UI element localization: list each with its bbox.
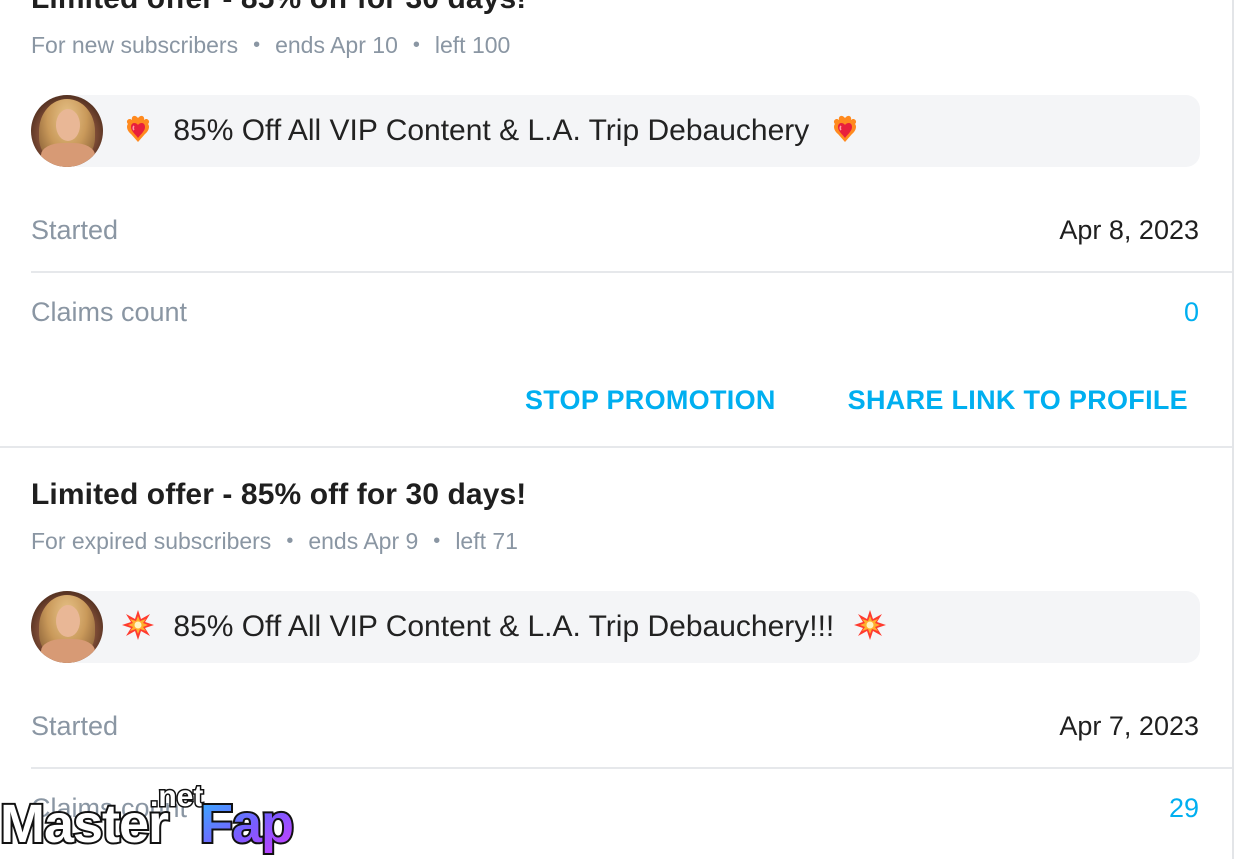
claims-row: Claims count 0	[31, 272, 1199, 352]
promotion-title: Limited offer - 85% off for 30 days!	[31, 0, 526, 16]
collision-icon	[853, 610, 886, 641]
watermark-main: Master	[0, 794, 169, 854]
promotion-message-row: 85% Off All VIP Content & L.A. Trip Deba…	[31, 95, 1200, 167]
share-link-button[interactable]: SHARE LINK TO PROFILE	[848, 378, 1188, 422]
avatar[interactable]	[31, 591, 103, 663]
content-right-border	[1232, 0, 1234, 859]
promotion-actions: STOP PROMOTION SHARE LINK TO PROFILE	[525, 378, 1188, 422]
claims-count-link[interactable]: 0	[1184, 272, 1199, 352]
promotion-audience: For expired subscribers	[31, 528, 272, 554]
started-label: Started	[31, 215, 119, 245]
promotion-message: 85% Off All VIP Content & L.A. Trip Deba…	[121, 95, 862, 167]
separator-dot: •	[286, 530, 294, 552]
started-row: Started Apr 7, 2023	[31, 686, 1199, 766]
started-value: Apr 8, 2023	[1059, 215, 1199, 245]
promotion-message: 85% Off All VIP Content & L.A. Trip Deba…	[121, 591, 887, 663]
promotion-ends: ends Apr 9	[308, 528, 419, 554]
promotion-audience: For new subscribers	[31, 32, 239, 58]
started-label: Started	[31, 711, 119, 741]
promotion-message-row: 85% Off All VIP Content & L.A. Trip Deba…	[31, 591, 1200, 663]
promotion-left: left 100	[434, 32, 511, 58]
promotion-title: Limited offer - 85% off for 30 days!	[31, 478, 527, 511]
promotion-message-text: 85% Off All VIP Content & L.A. Trip Deba…	[173, 610, 835, 643]
watermark-logo: .net Master Fap	[0, 780, 296, 856]
promotions-page: Limited offer - 85% off for 30 days! For…	[0, 0, 1238, 859]
avatar[interactable]	[31, 95, 103, 167]
claims-count-link[interactable]: 29	[1169, 768, 1199, 848]
watermark-accent: Fap	[200, 794, 293, 854]
promotion-left: left 71	[455, 528, 518, 554]
stop-promotion-button[interactable]: STOP PROMOTION	[525, 378, 776, 422]
promotion-meta: For expired subscribers • ends Apr 9 • left …	[31, 528, 518, 555]
card-divider	[0, 446, 1232, 448]
separator-dot: •	[433, 530, 441, 552]
promotion-message-text: 85% Off All VIP Content & L.A. Trip Deba…	[173, 114, 810, 147]
claims-label: Claims count	[31, 297, 188, 327]
separator-dot: •	[412, 34, 420, 56]
started-value: Apr 7, 2023	[1059, 711, 1199, 741]
started-row: Started Apr 8, 2023	[31, 190, 1199, 270]
promotion-ends: ends Apr 10	[275, 32, 398, 58]
heart-on-fire-icon	[126, 115, 150, 143]
separator-dot: •	[253, 34, 261, 56]
collision-icon	[122, 610, 154, 641]
promotion-meta: For new subscribers • ends Apr 10 • left 100	[31, 32, 510, 59]
heart-on-fire-icon	[833, 115, 856, 143]
